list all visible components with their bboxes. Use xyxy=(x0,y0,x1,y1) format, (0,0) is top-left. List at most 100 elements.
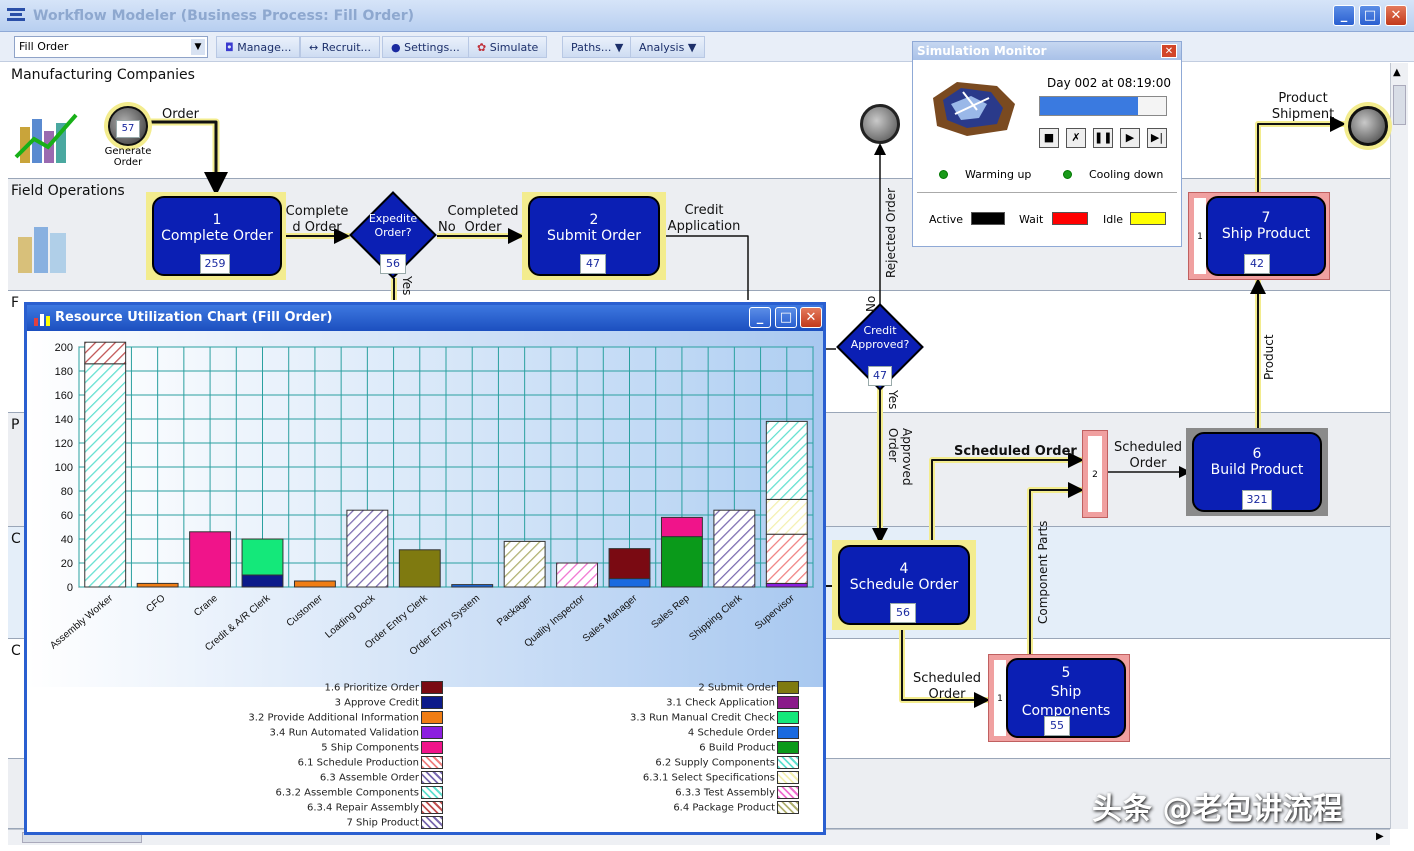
generate-order-label: Generate Order xyxy=(104,146,152,168)
chart-window-title: Resource Utilization Chart (Fill Order) xyxy=(55,310,333,325)
bar-segment[interactable] xyxy=(608,548,651,580)
y-tick-label: 140 xyxy=(55,414,73,426)
simulation-monitor[interactable]: Simulation Monitor ✕ Day 002 at 08:19:00… xyxy=(912,41,1182,247)
legend-item: 5 Ship Components xyxy=(177,741,443,756)
sim-pause-icon[interactable]: ❚❚ xyxy=(1093,128,1113,148)
legend-item: 6.3.3 Test Assembly xyxy=(527,786,799,801)
chart-minimize-icon[interactable]: _ xyxy=(749,307,771,328)
legend-swatch xyxy=(777,681,799,694)
bar-segment[interactable] xyxy=(556,562,599,588)
legend-item: 6.2 Supply Components xyxy=(527,756,799,771)
chart-titlebar[interactable]: Resource Utilization Chart (Fill Order) … xyxy=(27,305,823,331)
bar-segment[interactable] xyxy=(451,584,494,588)
legend-label: 6.3.2 Assemble Components xyxy=(275,787,419,799)
legend-label: 6.3 Assemble Order xyxy=(319,772,419,784)
legend-label: 6.3.3 Test Assembly xyxy=(675,787,775,799)
legend-item: 6.4 Package Product xyxy=(527,801,799,816)
y-tick-label: 60 xyxy=(61,510,73,522)
sim-close-icon[interactable]: ✕ xyxy=(1161,44,1177,58)
legend-swatch xyxy=(421,801,443,814)
legend-swatch xyxy=(421,696,443,709)
bar-segment[interactable] xyxy=(189,531,232,588)
y-tick-label: 20 xyxy=(61,558,73,570)
complete-order-num: 1 xyxy=(212,212,222,228)
bar-segment[interactable] xyxy=(503,540,546,588)
join-node[interactable]: 2 xyxy=(1082,430,1108,518)
legend-label: 3.1 Check Application xyxy=(666,697,775,709)
y-tick-label: 200 xyxy=(55,342,73,354)
legend-swatch xyxy=(421,786,443,799)
bar-segment[interactable] xyxy=(346,509,389,588)
ship-components-count: 55 xyxy=(1044,716,1070,736)
legend-item: 3.3 Run Manual Credit Check xyxy=(527,711,799,726)
legend-item: 7 Ship Product xyxy=(177,816,443,831)
legend-swatch xyxy=(421,756,443,769)
chart-window-icon xyxy=(33,311,51,330)
y-tick-label: 100 xyxy=(55,462,73,474)
bar-segment[interactable] xyxy=(293,580,336,588)
bar-segment[interactable] xyxy=(241,574,284,588)
flow-label-scheduled-order-2: Scheduled Order xyxy=(1114,440,1182,471)
bar-segment[interactable] xyxy=(713,509,756,588)
bar-segment[interactable] xyxy=(84,363,127,588)
ship-product-side-tab: 1 xyxy=(1194,198,1206,274)
complete-order-count: 259 xyxy=(200,254,230,274)
legend-swatch xyxy=(421,681,443,694)
bar-segment[interactable] xyxy=(660,516,703,538)
sim-cancel-icon[interactable]: ✗ xyxy=(1066,128,1086,148)
bar-segment[interactable] xyxy=(136,582,179,588)
legend-label: 6.1 Schedule Production xyxy=(297,757,419,769)
ship-components-side-tab: 1 xyxy=(994,660,1006,736)
chart-maximize-icon[interactable]: □ xyxy=(775,307,797,328)
active-swatch xyxy=(971,212,1005,225)
bar-segment[interactable] xyxy=(660,536,703,588)
legend-item: 6.3.1 Select Specifications xyxy=(527,771,799,786)
ship-components-num: 5 xyxy=(1061,665,1071,681)
legend-swatch xyxy=(421,711,443,724)
bar-segment[interactable] xyxy=(608,578,651,588)
legend-item: 6 Build Product xyxy=(527,741,799,756)
legend-label: 6.3.1 Select Specifications xyxy=(642,772,775,784)
idle-label: Idle xyxy=(1103,213,1124,226)
flow-label-approved-order: Approved Order xyxy=(886,428,914,486)
schedule-order-name: Schedule Order xyxy=(849,577,959,593)
flow-label-product-shipment: Product Shipment xyxy=(1271,91,1335,122)
chart-close-icon[interactable]: ✕ xyxy=(800,307,822,328)
sim-step-icon[interactable]: ▶| xyxy=(1147,128,1167,148)
legend-item: 1.6 Prioritize Order xyxy=(177,681,443,696)
sim-stop-icon[interactable]: ■ xyxy=(1039,128,1059,148)
y-tick-label: 0 xyxy=(67,582,73,594)
flow-label-no2: No xyxy=(864,295,878,312)
build-product-count: 321 xyxy=(1242,490,1272,510)
submit-order-name: Submit Order xyxy=(547,228,641,244)
legend-swatch xyxy=(777,741,799,754)
bar-segment[interactable] xyxy=(765,582,808,588)
warming-dot-icon xyxy=(939,170,948,179)
bar-segment[interactable] xyxy=(84,341,127,365)
legend-item: 6.3.2 Assemble Components xyxy=(177,786,443,801)
submit-order-num: 2 xyxy=(589,212,599,228)
legend-swatch xyxy=(777,786,799,799)
rejected-end-node[interactable] xyxy=(860,104,900,144)
legend-swatch xyxy=(777,696,799,709)
flow-label-product: Product xyxy=(1262,334,1276,380)
sim-time: Day 002 at 08:19:00 xyxy=(1047,76,1171,90)
legend-label: 6 Build Product xyxy=(699,742,775,754)
sim-play-icon[interactable]: ▶ xyxy=(1120,128,1140,148)
legend-swatch xyxy=(421,741,443,754)
product-shipment-end-node[interactable] xyxy=(1344,102,1392,150)
sim-divider xyxy=(917,192,1177,193)
bar-segment[interactable] xyxy=(765,498,808,535)
bar-segment[interactable] xyxy=(765,533,808,584)
bar-segment[interactable] xyxy=(765,420,808,500)
legend-label: 6.4 Package Product xyxy=(673,802,775,814)
legend-item: 6.3.4 Repair Assembly xyxy=(177,801,443,816)
resource-utilization-chart-window[interactable]: Resource Utilization Chart (Fill Order) … xyxy=(24,302,826,835)
bar-segment[interactable] xyxy=(398,549,441,588)
bar-segment[interactable] xyxy=(241,538,284,576)
legend-swatch xyxy=(421,771,443,784)
sim-progress-track xyxy=(1039,96,1167,116)
legend-right: 2 Submit Order 3.1 Check Application 3.3 R… xyxy=(527,681,799,816)
generate-order-node[interactable]: 57 xyxy=(104,102,152,150)
flow-label-scheduled-order-1: Scheduled Order xyxy=(954,444,1077,459)
